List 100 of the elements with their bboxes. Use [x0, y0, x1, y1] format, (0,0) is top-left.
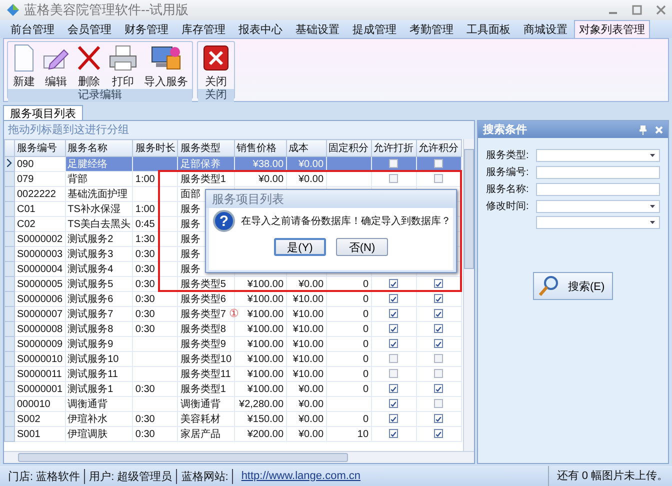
table-cell: ¥10.00 [292, 308, 324, 320]
toolbar-button[interactable]: 新建 [10, 44, 38, 89]
column-header[interactable]: 销售价格 [234, 140, 286, 156]
menu-tab[interactable]: 基础设置 [289, 20, 346, 38]
table-cell: 测试服务9 [68, 338, 114, 350]
table-cell: 调衡通背 [180, 398, 220, 410]
table-cell: 服务类型5 [180, 278, 226, 290]
menu-tab[interactable]: 库存管理 [175, 20, 232, 38]
maximize-icon[interactable] [632, 5, 642, 15]
checkbox[interactable] [434, 414, 444, 424]
table-cell: ¥100.00 [247, 308, 284, 320]
table-cell: 0 [362, 278, 369, 290]
toolbar-button[interactable]: 打印 [106, 44, 140, 89]
table-cell: S0000001 [17, 384, 63, 394]
menu-tab[interactable]: 考勤管理 [403, 20, 460, 38]
toolbar-button[interactable]: 关闭 [200, 44, 232, 89]
checkbox[interactable] [389, 414, 398, 424]
table-cell: 1:00 [135, 174, 155, 184]
menu-tab[interactable]: 工具面板 [460, 20, 517, 38]
text-field[interactable] [536, 166, 660, 178]
checkbox[interactable] [434, 339, 444, 348]
menu-tab[interactable]: 前台管理 [4, 20, 61, 38]
menu-tab[interactable]: 财务管理 [118, 20, 175, 38]
checkbox[interactable] [389, 159, 398, 168]
table-cell: S0000002 [17, 234, 63, 244]
text-field[interactable] [536, 182, 660, 196]
checkbox[interactable] [389, 369, 398, 378]
checkbox[interactable] [389, 399, 398, 408]
checkbox[interactable] [434, 354, 444, 364]
table-cell: ¥0.00 [298, 398, 324, 410]
menu-tab[interactable]: 提成管理 [346, 20, 403, 38]
question-icon: ? [213, 210, 235, 232]
table-cell: 服务类型8 [180, 324, 226, 334]
checkbox[interactable] [389, 354, 398, 364]
table-cell: 服务类型6 [180, 294, 226, 304]
menu-tab[interactable]: 报表中心 [232, 20, 289, 38]
checkbox[interactable] [389, 429, 398, 438]
checkbox[interactable] [434, 384, 444, 394]
checkbox[interactable] [389, 324, 398, 334]
horizontal-scrollbar[interactable] [4, 451, 474, 463]
toolbar-button[interactable]: 删除 [74, 44, 104, 89]
window-title: 蓝格美容院管理软件--试用版 [24, 1, 189, 19]
dropdown-field[interactable] [536, 216, 660, 229]
checkbox[interactable] [434, 429, 444, 438]
search-button[interactable]: 搜索(E) [533, 272, 613, 300]
checkbox[interactable] [389, 279, 398, 288]
table-cell: ¥0.00 [298, 428, 324, 440]
menu-tab[interactable]: 商城设置 [517, 20, 574, 38]
column-header[interactable]: 固定积分 [326, 140, 372, 156]
dialog-message: 在导入之前请备份数据库！确定导入到数据库？ [241, 214, 451, 228]
dialog-button[interactable]: 是(Y) [274, 238, 326, 256]
upload-status: 还有 0 幅图片未上传。 [548, 466, 668, 486]
table-cell: 0 [362, 414, 369, 424]
close-icon[interactable] [656, 5, 666, 15]
column-header[interactable]: 允许积分 [416, 140, 462, 156]
close-icon [202, 44, 230, 72]
checkbox[interactable] [389, 174, 398, 184]
table-cell: 测试服务8 [68, 324, 114, 334]
toolbar-button[interactable]: 导入服务 [142, 44, 190, 89]
table-cell: 0:30 [135, 428, 155, 440]
pin-icon[interactable] [639, 124, 647, 134]
dialog-button[interactable]: 否(N) [336, 238, 388, 256]
column-header[interactable]: 成本 [286, 140, 326, 156]
dropdown-field[interactable] [536, 148, 660, 162]
checkbox[interactable] [389, 384, 398, 394]
toolbar-button[interactable]: 编辑 [40, 44, 72, 89]
table-cell: ¥100.00 [247, 294, 284, 304]
dropdown-field[interactable] [536, 200, 660, 212]
vertical-scrollbar[interactable] [463, 139, 474, 451]
annotation-marker: ① [229, 307, 239, 321]
table-cell: 0:30 [135, 264, 155, 274]
checkbox[interactable] [389, 339, 398, 348]
table-cell: 0 [362, 324, 369, 334]
menu-tab[interactable]: 对象列表管理 [574, 20, 650, 38]
row-indicator[interactable] [4, 156, 14, 172]
column-header[interactable]: 服务类型 [178, 140, 234, 156]
column-header[interactable]: 服务编号 [14, 140, 66, 156]
table-cell: 0:30 [135, 384, 155, 394]
menu-tab[interactable]: 会员管理 [61, 20, 118, 38]
table-cell: 测试服务1 [68, 384, 114, 394]
website-link[interactable]: http://www.lange.com.cn [241, 470, 361, 482]
checkbox[interactable] [434, 279, 444, 288]
table-cell: 服务类型1 [180, 384, 226, 394]
checkbox[interactable] [389, 309, 398, 318]
checkbox[interactable] [434, 159, 444, 168]
checkbox[interactable] [434, 369, 444, 378]
column-header[interactable]: 允许打折 [371, 140, 416, 156]
column-header[interactable]: 服务时长 [132, 140, 178, 156]
column-header[interactable]: 服务名称 [65, 140, 133, 156]
table-cell: 测试服务4 [68, 264, 114, 274]
checkbox[interactable] [434, 399, 444, 408]
table-cell: C02 [17, 218, 36, 230]
document-tab[interactable]: 服务项目列表 [3, 105, 83, 120]
checkbox[interactable] [434, 324, 444, 334]
table-cell: 基础洗面护理 [68, 188, 128, 200]
table-cell: ¥38.00 [252, 158, 284, 170]
checkbox[interactable] [434, 294, 444, 304]
checkbox[interactable] [434, 174, 444, 184]
checkbox[interactable] [434, 309, 444, 318]
checkbox[interactable] [389, 294, 398, 304]
